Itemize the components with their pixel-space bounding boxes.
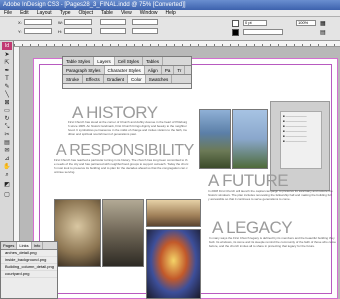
y-field[interactable]: [24, 28, 52, 34]
panel-row-2: Paragraph Styles Character Styles Align …: [63, 66, 191, 75]
scale-x-field[interactable]: [100, 19, 126, 25]
panel-row-1: Table Styles Layers Cell Styles Tables: [63, 57, 191, 66]
pages-panel-tabs: Pages Links Info: [1, 242, 57, 250]
tab-stroke[interactable]: Stroke: [63, 75, 84, 83]
h-field[interactable]: [64, 28, 92, 34]
menu-edit[interactable]: Edit: [16, 10, 33, 16]
tab-cell-styles[interactable]: Cell Styles: [115, 57, 144, 65]
tab-info[interactable]: Info: [32, 242, 44, 249]
tab-color[interactable]: Color: [127, 75, 146, 83]
wrap-icon[interactable]: ▤: [320, 29, 326, 36]
note-tool-icon[interactable]: ✉: [3, 148, 11, 155]
link-item[interactable]: Building_column_detail.png: [1, 264, 57, 271]
tab-paragraph-styles[interactable]: Paragraph Styles: [63, 66, 105, 74]
tab-align[interactable]: Align: [145, 66, 162, 74]
stroke-weight-value: 0 pt: [245, 20, 252, 25]
indesign-logo: Id: [2, 42, 12, 50]
responsibility-body[interactable]: First Church has reached a particular tu…: [54, 158, 189, 194]
direct-selection-tool-icon[interactable]: ⇱: [3, 60, 11, 67]
tab-effects[interactable]: Effects: [83, 75, 104, 83]
view-mode-icon[interactable]: ▢: [3, 192, 11, 199]
scissors-tool-icon[interactable]: ✂: [3, 132, 11, 139]
selection-tool-icon[interactable]: ➤: [3, 52, 11, 59]
scale-y-field[interactable]: [100, 28, 126, 34]
column-capital-photo[interactable]: [54, 199, 101, 267]
stained-glass-photo[interactable]: [146, 229, 201, 299]
heading-history[interactable]: A HISTORY: [72, 104, 158, 121]
title-bar: Adobe InDesign CS3 - [Pages28_3_FINAL.in…: [0, 0, 340, 10]
document-page[interactable]: A HISTORY First Church has stood at the …: [33, 58, 338, 299]
window-title: Adobe InDesign CS3 - [Pages28_3_FINAL.in…: [3, 2, 186, 8]
panel-row-3: Stroke Effects Gradient Color Swatches: [63, 75, 191, 84]
tab-links[interactable]: Links: [17, 242, 32, 249]
gradient-tool-icon[interactable]: ▤: [3, 140, 11, 147]
arches-detail-photo[interactable]: [102, 199, 144, 267]
menu-table[interactable]: Table: [97, 10, 117, 16]
w-label: W:: [58, 20, 63, 25]
h-label: H:: [58, 29, 62, 34]
stroke-swatch[interactable]: [232, 29, 239, 36]
tab-pages[interactable]: Pages: [1, 242, 18, 249]
scale-tool-icon[interactable]: ⤡: [3, 124, 11, 131]
rotate-field[interactable]: [132, 19, 158, 25]
history-body[interactable]: First Church has stood at the corner of …: [68, 120, 188, 138]
type-tool-icon[interactable]: T: [3, 76, 11, 83]
fill-stroke-icon[interactable]: ◩: [3, 182, 11, 189]
hand-tool-icon[interactable]: ✋: [3, 164, 11, 171]
zoom-value: 100%: [298, 20, 309, 25]
pen-tool-icon[interactable]: ✒: [3, 68, 11, 75]
heading-legacy[interactable]: A LEGACY: [212, 219, 293, 236]
menu-type[interactable]: Type: [56, 10, 75, 16]
tab-layers[interactable]: Layers: [94, 57, 115, 65]
x-label: X:: [18, 20, 22, 25]
church-exterior-photo[interactable]: [232, 109, 268, 169]
fill-swatch[interactable]: [232, 20, 239, 27]
tab-pa[interactable]: Pa: [162, 66, 175, 74]
menu-object[interactable]: Object: [75, 10, 97, 16]
stroke-type-select[interactable]: [243, 29, 283, 35]
legacy-body[interactable]: In many ways the First Church legacy is …: [209, 236, 337, 294]
menu-file[interactable]: File: [0, 10, 16, 16]
w-field[interactable]: [64, 19, 92, 25]
heading-responsibility[interactable]: A RESPONSIBILITY: [56, 143, 194, 159]
tab-tr[interactable]: Tr: [174, 66, 186, 74]
rectangle-frame-tool-icon[interactable]: ⊠: [3, 100, 11, 107]
link-item[interactable]: courtyard.png: [1, 271, 57, 278]
rectangle-tool-icon[interactable]: ▭: [3, 108, 11, 115]
zoom-tool-icon[interactable]: ⌕: [3, 172, 11, 179]
bullet-list-box[interactable]: ■ ——————— ■ ——————— ■ ——————— ■ ——————— ■ ——…: [280, 111, 322, 169]
menu-layout[interactable]: Layout: [33, 10, 56, 16]
rotate-tool-icon[interactable]: ↻: [3, 116, 11, 123]
pencil-tool-icon[interactable]: ✎: [3, 84, 11, 91]
y-label: Y:: [18, 29, 22, 34]
eyedropper-tool-icon[interactable]: ⊿: [3, 156, 11, 163]
inside-background-photo[interactable]: [146, 199, 201, 227]
church-tower-photo[interactable]: [199, 109, 231, 169]
floating-panel-group: Table Styles Layers Cell Styles Tables P…: [62, 56, 192, 89]
line-tool-icon[interactable]: ╲: [3, 92, 11, 99]
tab-gradient[interactable]: Gradient: [104, 75, 128, 83]
link-item[interactable]: arches_detail.png: [1, 250, 57, 257]
zoom-field[interactable]: 100%: [296, 20, 316, 26]
control-bar: X: Y: W: H: 0 pt 100% ▦ ▤: [0, 17, 340, 41]
tab-swatches[interactable]: Swatches: [146, 75, 173, 83]
future-body[interactable]: In 2008 First Church will launch the cap…: [208, 189, 333, 219]
x-field[interactable]: [24, 19, 52, 25]
menu-bar: File Edit Layout Type Object Table View …: [0, 10, 340, 17]
menu-window[interactable]: Window: [136, 10, 162, 16]
heading-future[interactable]: A FUTURE: [208, 172, 289, 189]
menu-view[interactable]: View: [117, 10, 136, 16]
link-item[interactable]: inside_background.png: [1, 257, 57, 264]
stroke-weight-field[interactable]: 0 pt: [243, 20, 267, 26]
tab-character-styles[interactable]: Character Styles: [104, 66, 145, 74]
shear-field[interactable]: [132, 28, 158, 34]
pages-links-panel: Pages Links Info arches_detail.png insid…: [0, 241, 58, 299]
effects-icon[interactable]: ▦: [320, 20, 326, 27]
menu-help[interactable]: Help: [162, 10, 180, 16]
tab-table-styles[interactable]: Table Styles: [63, 57, 95, 65]
tab-tables[interactable]: Tables: [143, 57, 164, 65]
